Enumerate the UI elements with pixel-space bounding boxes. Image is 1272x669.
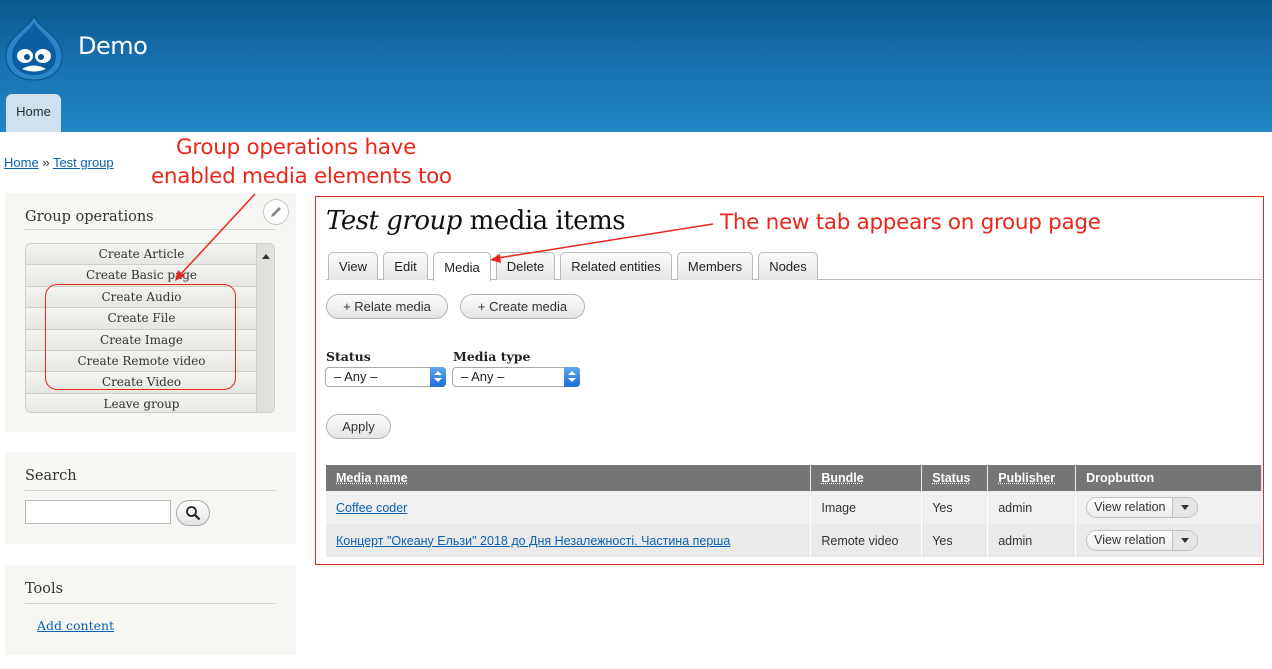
annotation-arrows <box>175 193 714 281</box>
annotation-arrowhead-tab <box>490 254 501 263</box>
annotation-arrow-left <box>179 193 256 276</box>
annotation-arrow-tab <box>497 223 714 259</box>
